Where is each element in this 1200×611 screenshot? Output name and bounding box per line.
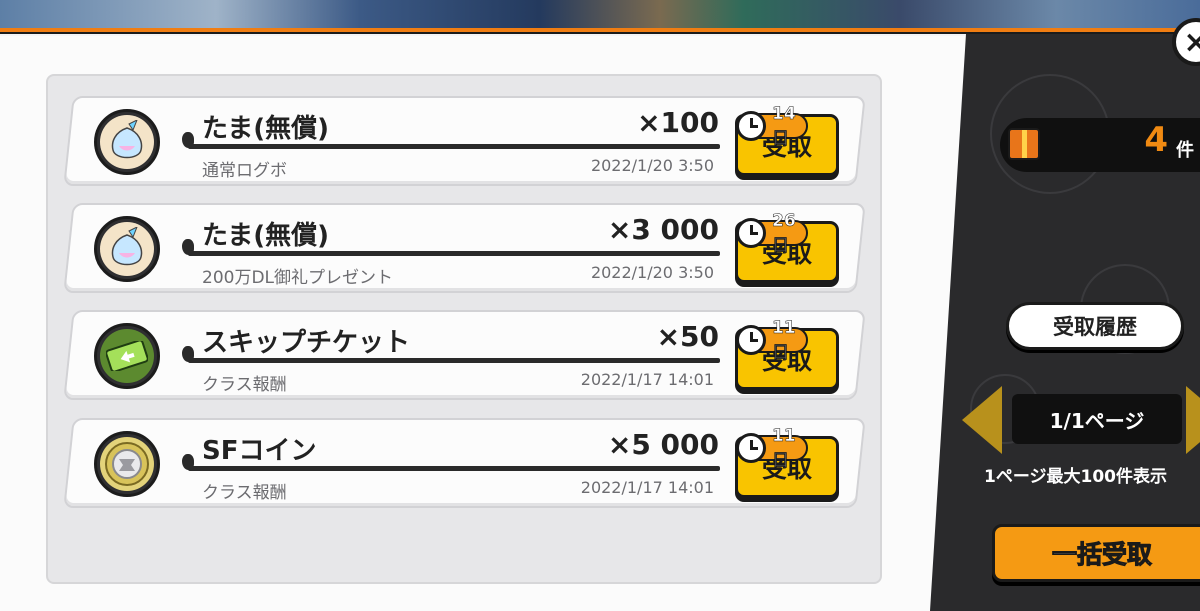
page-indicator: 1/1ページ: [1012, 394, 1182, 444]
name-underline: [188, 144, 720, 149]
close-icon: ×: [1183, 24, 1200, 60]
count-value: 4: [1144, 120, 1168, 160]
claim-button[interactable]: 26日 受取: [735, 210, 839, 283]
clock-icon: [736, 218, 766, 248]
reward-card: たま(無償) ×3 000 200万DL御礼プレゼント 2022/1/20 3:…: [63, 203, 866, 293]
clock-icon: [736, 325, 766, 355]
expiry-badge: 14日: [736, 103, 808, 149]
item-name: たま(無償): [202, 221, 329, 251]
page-note: 1ページ最大100件表示: [984, 467, 1167, 487]
clock-icon: [736, 433, 766, 463]
days-left: 11日: [772, 317, 796, 363]
previous-page-arrow-icon[interactable]: [962, 386, 1002, 454]
item-name: スキップチケット: [202, 328, 411, 358]
name-underline: [188, 466, 720, 471]
days-left: 14日: [772, 103, 796, 149]
present-count: 4 件: [1000, 118, 1200, 172]
item-date: 2022/1/17 14:01: [580, 478, 714, 497]
background-game-strip: [0, 0, 1200, 30]
count-unit: 件: [1176, 140, 1194, 161]
item-quantity: ×5 000: [607, 428, 719, 461]
days-left: 26日: [772, 210, 796, 256]
days-left: 11日: [772, 425, 796, 471]
claim-button[interactable]: 11日 受取: [735, 425, 839, 498]
reward-card: たま(無償) ×100 通常ログボ 2022/1/20 3:50 14日 受取: [63, 96, 866, 186]
expiry-badge: 11日: [736, 425, 808, 471]
item-date: 2022/1/20 3:50: [590, 263, 714, 282]
item-date: 2022/1/17 14:01: [580, 370, 714, 389]
next-page-arrow-icon[interactable]: [1186, 386, 1200, 454]
item-source: 通常ログボ: [202, 161, 287, 181]
item-quantity: ×100: [637, 106, 719, 139]
tama-icon: [94, 216, 160, 282]
item-quantity: ×3 000: [607, 213, 719, 246]
name-underline: [188, 251, 720, 256]
item-name: SFコイン: [202, 436, 317, 466]
header-divider: [0, 28, 1200, 34]
reward-card: スキップチケット ×50 クラス報酬 2022/1/17 14:01 11日 受…: [63, 310, 866, 400]
item-date: 2022/1/20 3:50: [590, 156, 714, 175]
item-quantity: ×50: [656, 320, 719, 353]
item-source: 200万DL御礼プレゼント: [202, 268, 394, 288]
gift-icon: [1008, 128, 1040, 160]
claim-button[interactable]: 11日 受取: [735, 317, 839, 390]
expiry-badge: 11日: [736, 317, 808, 363]
tama-icon: [94, 109, 160, 175]
clock-icon: [736, 111, 766, 141]
reward-card: SFコイン ×5 000 クラス報酬 2022/1/17 14:01 11日 受…: [63, 418, 866, 508]
ticket-icon: [94, 323, 160, 389]
history-button[interactable]: 受取履歴: [1006, 302, 1184, 350]
claim-button[interactable]: 14日 受取: [735, 103, 839, 176]
item-source: クラス報酬: [202, 483, 287, 503]
coin-icon: [94, 431, 160, 497]
expiry-badge: 26日: [736, 210, 808, 256]
claim-all-button[interactable]: 一括受取: [992, 524, 1200, 582]
name-underline: [188, 358, 720, 363]
item-name: たま(無償): [202, 114, 329, 144]
item-source: クラス報酬: [202, 375, 287, 395]
